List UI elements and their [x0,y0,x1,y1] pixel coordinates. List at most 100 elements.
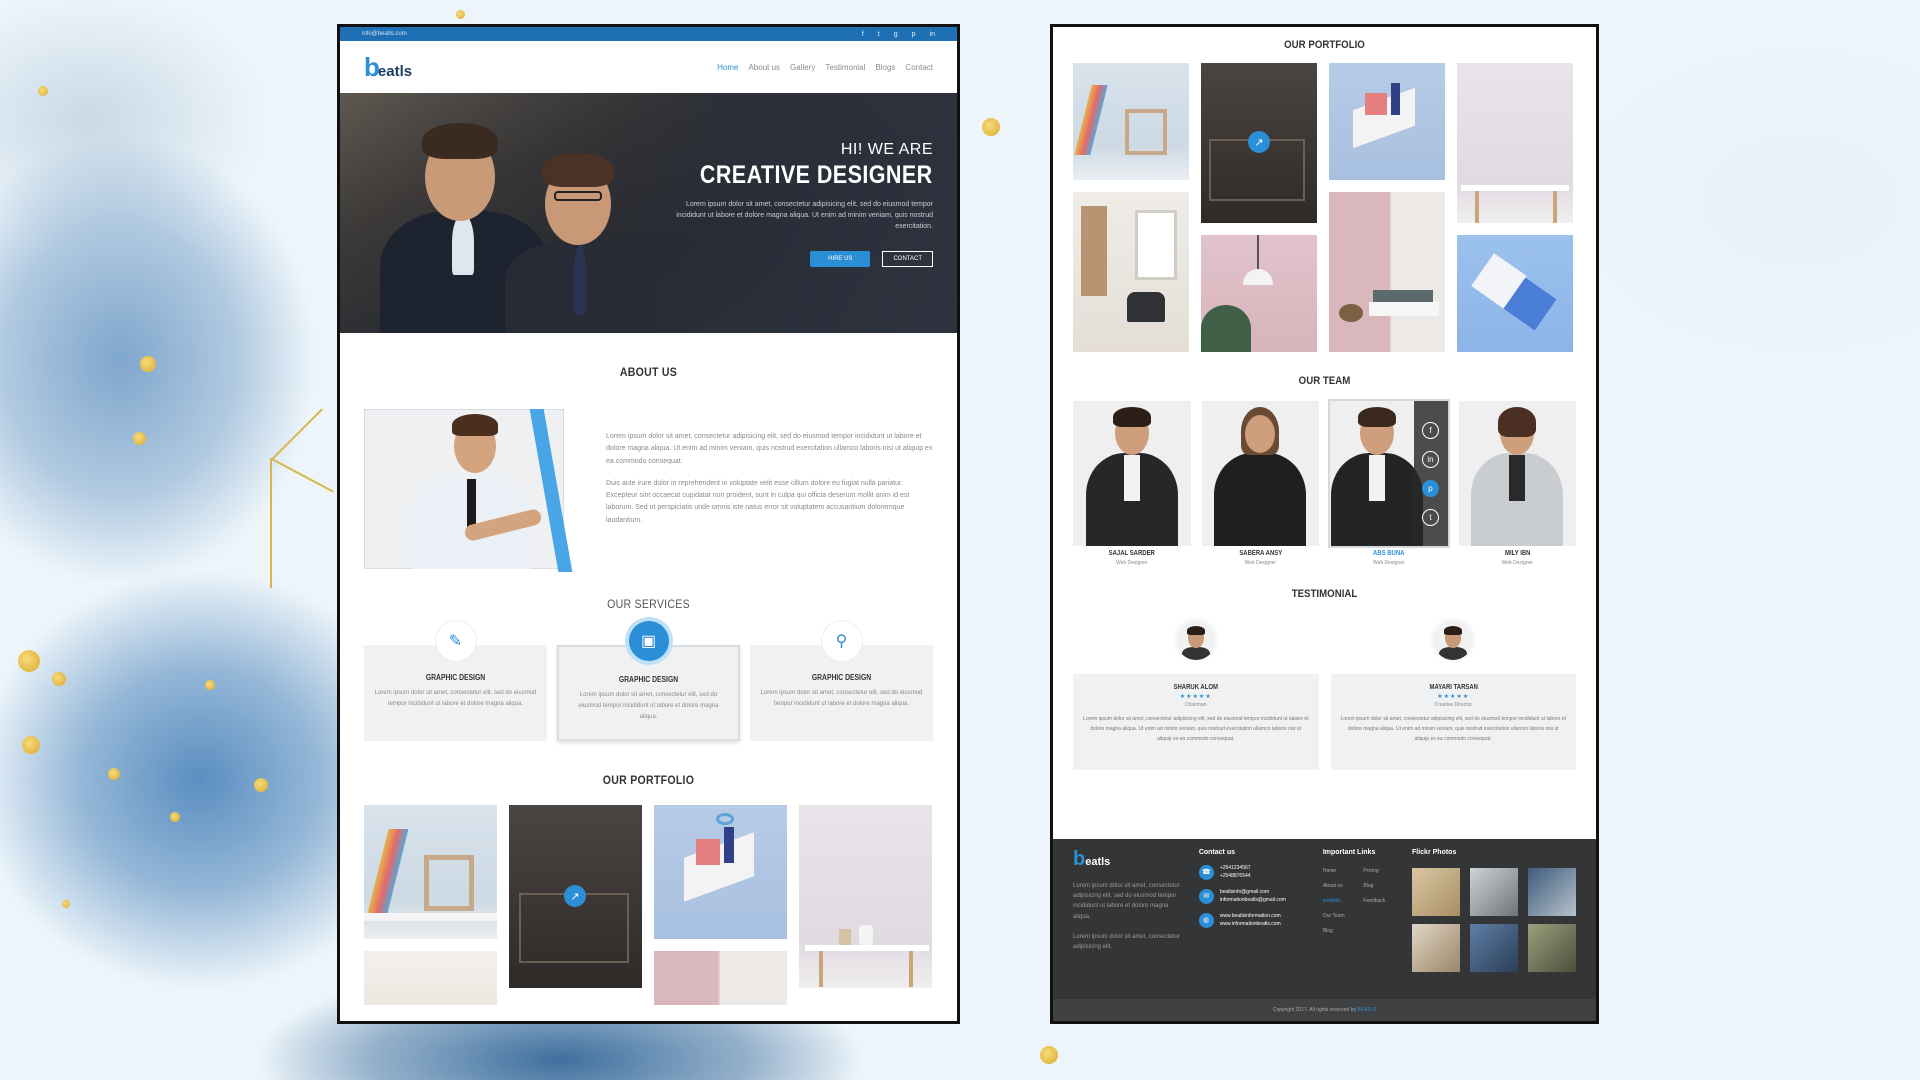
gold-dot [38,86,48,96]
portfolio-tile[interactable] [654,951,787,1005]
twitter-icon[interactable]: t [1422,508,1439,526]
nav-item-blogs[interactable]: Blogs [875,63,895,72]
footer-link[interactable]: Blog [1323,928,1358,934]
portfolio-grid: ↗ [364,805,933,1005]
flickr-photo[interactable] [1528,924,1576,972]
portfolio-tile[interactable] [1329,192,1445,352]
portfolio-tile[interactable] [1457,235,1573,352]
portfolio-grid: ↗ [1073,63,1576,353]
footer-link[interactable]: Feedback [1363,898,1398,904]
footer-link[interactable]: portfolio [1323,898,1358,904]
team-member-card[interactable]: MILY IBN Web Designer [1458,401,1576,566]
footer-link[interactable]: Pricing [1363,868,1398,874]
flickr-photo-grid [1412,868,1576,972]
site-logo[interactable]: b eatls [364,54,412,80]
portfolio-tile[interactable] [364,805,497,939]
team-member-card[interactable]: SAJAL SARDER Web Designer [1073,401,1191,566]
twitter-icon[interactable]: t [878,31,880,38]
about-text: Lorem ipsum dolor sit amet, consectetur … [592,409,933,569]
portfolio-title: OUR PORTFOLIO [602,773,695,787]
flickr-photo[interactable] [1470,924,1518,972]
nav-item-gallery[interactable]: Gallery [790,63,815,72]
facebook-icon[interactable]: f [862,31,864,38]
website-mockup-left: info@beatls.com f t g p in b eatls Home … [337,24,960,1024]
team-member-card[interactable]: f in p t ABS BUNA Web Designer [1330,401,1448,566]
contact-line[interactable]: informationbeatls@gmail.com [1220,896,1286,904]
service-card[interactable]: ⚲ GRAPHIC DESIGN Lorem ipsum dolor sit a… [750,621,933,741]
service-card[interactable]: ▣ GRAPHIC DESIGN Lorem ipsum dolor sit a… [557,621,740,741]
contact-line[interactable]: +2541234567 [1220,864,1251,872]
geo-line [272,408,323,460]
footer-link[interactable]: Home [1323,868,1358,874]
portfolio-tile[interactable]: ↗ [509,805,642,988]
footer-link[interactable] [1363,913,1398,919]
copyright-text: Copyright 2017. All rights reserved by [1272,1007,1356,1013]
service-name: GRAPHIC DESIGN [618,675,679,684]
gold-dot [62,900,70,908]
portfolio-tile[interactable] [1073,63,1189,180]
flickr-photo[interactable] [1470,868,1518,916]
main-nav: Home About us Gallery Testimonial Blogs … [717,63,933,72]
gold-dot [108,768,120,780]
globe-icon: ◍ [1198,912,1214,928]
flickr-photo[interactable] [1528,868,1576,916]
hero-greeting: HI! WE ARE [840,141,933,158]
portfolio-tile[interactable] [1073,192,1189,352]
portfolio-tile[interactable] [1329,63,1445,180]
logo-text: eatls [1085,856,1111,868]
contact-line[interactable]: +2548876544 [1220,872,1251,880]
portfolio-tile[interactable] [799,805,932,988]
footer-link[interactable]: Our Team [1323,913,1358,919]
pinterest-icon[interactable]: p [912,31,916,38]
hero-description: Lorem ipsum dolor sit amet, consectetur … [676,201,933,230]
flickr-photo[interactable] [1412,868,1460,916]
service-card[interactable]: ✎ GRAPHIC DESIGN Lorem ipsum dolor sit a… [364,621,547,741]
portfolio-tile[interactable] [364,951,497,1005]
topbar-email[interactable]: info@beatls.com [362,31,407,37]
gold-dot [205,680,215,690]
portfolio-tile[interactable] [1457,63,1573,223]
linkedin-icon[interactable]: in [1422,450,1439,468]
gold-dot [254,778,268,792]
portfolio-tile[interactable] [654,805,787,939]
logo-mark: b [1073,848,1086,870]
hero-person [542,153,614,187]
nav-item-contact[interactable]: Contact [905,63,933,72]
pinterest-icon[interactable]: p [1422,479,1439,497]
contact-line[interactable]: beatlsinfo@gmail.com [1220,888,1286,896]
zoom-icon[interactable]: ↗ [564,885,586,907]
testimonial-text: Lorem ipsum dolor sit amet, consectetur … [1340,716,1566,742]
nav-item-home[interactable]: Home [717,63,738,72]
contact-button[interactable]: CONTACT [882,250,933,267]
service-description: Lorem ipsum dolor sit amet, consectetur … [760,690,923,707]
footer-contact-title: Contact us [1198,849,1235,856]
linkedin-icon[interactable]: in [930,31,935,38]
service-name: GRAPHIC DESIGN [811,673,872,682]
footer-contact: Contact us ☎ +2541234567 +2548876544 ✉ be… [1198,849,1309,972]
footer-link[interactable]: About us [1323,883,1358,889]
footer-link[interactable]: Blog [1363,883,1398,889]
contact-row: ◍ www.beatlsinformation.com www.informati… [1198,912,1309,928]
copyright-bar: Copyright 2017. All rights reserved by B… [1053,999,1596,1021]
team-section: SAJAL SARDER Web Designer SABERA ANSY We… [1073,401,1576,566]
flickr-photo[interactable] [1412,924,1460,972]
contact-line[interactable]: www.beatlsinformation.com [1220,912,1281,920]
copyright-brand[interactable]: BEATLS [1357,1007,1376,1013]
contact-line[interactable]: www.informationbeatls.com [1220,920,1281,928]
footer-link[interactable] [1363,928,1398,934]
google-plus-icon[interactable]: g [894,31,898,38]
gold-dot [982,118,1000,136]
nav-item-about[interactable]: About us [748,63,780,72]
footer-about: b eatls Lorem ipsum dolor sit amet, cons… [1073,849,1185,972]
zoom-icon[interactable]: ↗ [1248,131,1270,153]
nav-item-testimonial[interactable]: Testimonial [825,63,865,72]
facebook-icon[interactable]: f [1422,421,1439,439]
avatar [1175,620,1216,660]
team-member-card[interactable]: SABERA ANSY Web Designer [1201,401,1319,566]
portfolio-tile[interactable]: ↗ [1201,63,1317,223]
footer-about-text: Lorem ipsum dolor sit amet, consectetur … [1073,883,1180,920]
footer-about-text: Lorem ipsum dolor sit amet, consectetur … [1073,933,1180,950]
portfolio-tile[interactable] [1201,235,1317,352]
hire-us-button[interactable]: HIRE US [810,250,871,267]
footer-logo[interactable]: b eatls [1073,849,1185,869]
